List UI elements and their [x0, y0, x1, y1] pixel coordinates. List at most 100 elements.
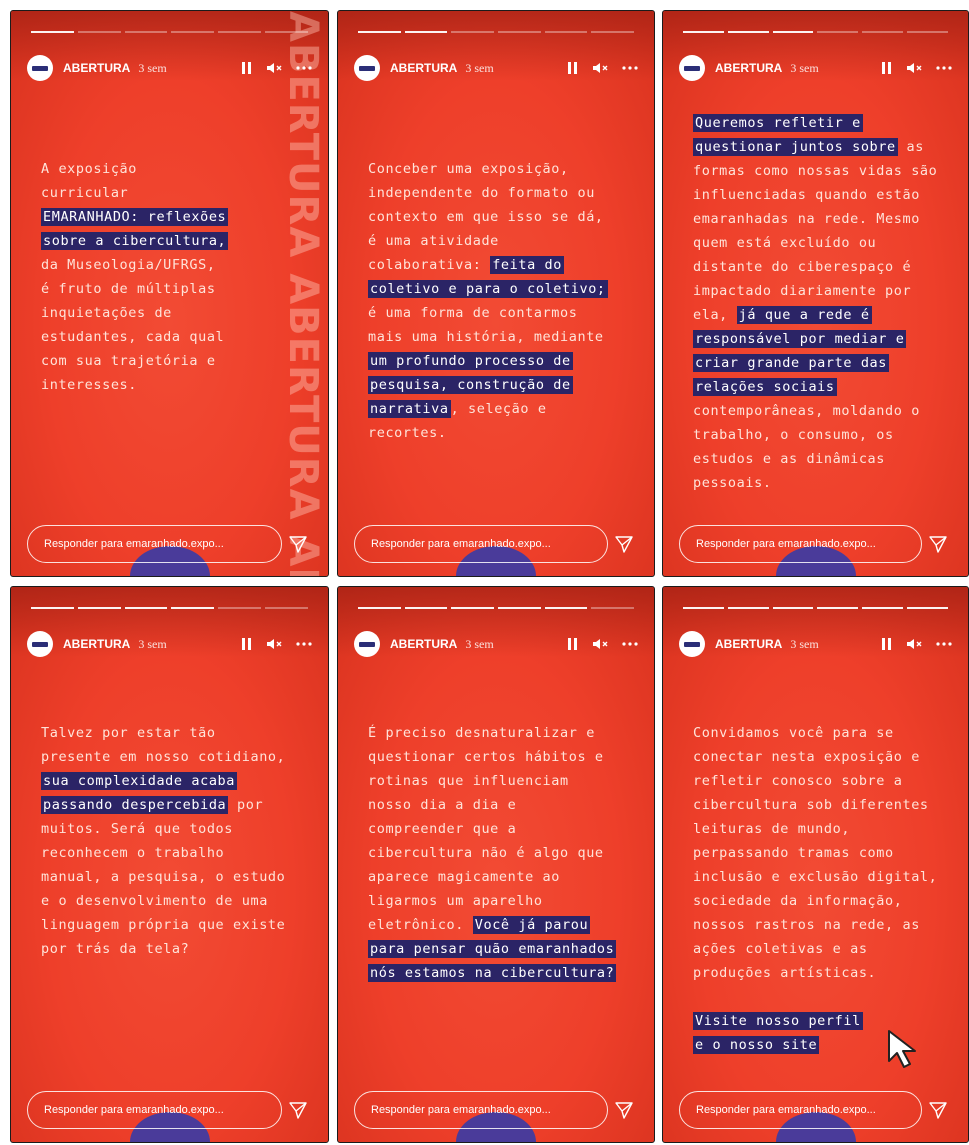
reply-input[interactable]: Responder para emaranhado.expo...	[679, 525, 922, 563]
text-line: distante do ciberespaço é	[693, 255, 950, 279]
highlighted-text: e o nosso site	[693, 1036, 820, 1054]
avatar[interactable]	[27, 55, 53, 81]
progress-segment	[727, 607, 769, 609]
text-line: inquietações de	[41, 301, 310, 325]
story-card-6[interactable]: Convidamos você para se conectar nesta ex…	[662, 586, 969, 1143]
text-line: nós estamos na cibercultura?	[368, 961, 636, 985]
body-text: , seleção e	[450, 401, 547, 417]
highlighted-text: Você já parou	[472, 916, 591, 934]
more-icon[interactable]	[296, 642, 312, 646]
pause-icon[interactable]	[882, 638, 892, 650]
body-text: por trás da tela?	[41, 941, 190, 957]
send-icon[interactable]	[922, 1100, 954, 1120]
more-icon[interactable]	[936, 66, 952, 70]
send-icon[interactable]	[608, 1100, 640, 1120]
send-icon[interactable]	[282, 534, 314, 554]
progress-segment	[171, 607, 215, 609]
more-icon[interactable]	[936, 642, 952, 646]
text-line: trabalho, o consumo, os	[693, 423, 950, 447]
mute-icon[interactable]	[266, 637, 282, 651]
post-time: 3 sem	[465, 60, 494, 75]
text-line: A exposição	[41, 157, 310, 181]
mute-icon[interactable]	[592, 61, 608, 75]
account-name[interactable]: ABERTURA	[715, 637, 782, 651]
story-header: ABERTURA 3 sem	[679, 51, 952, 85]
avatar[interactable]	[27, 631, 53, 657]
account-name[interactable]: ABERTURA	[390, 61, 457, 75]
account-name[interactable]: ABERTURA	[390, 637, 457, 651]
text-line: ela, já que a rede é	[693, 303, 950, 327]
story-card-2[interactable]: Conceber uma exposição, independente do f…	[337, 10, 655, 577]
avatar[interactable]	[354, 631, 380, 657]
account-name[interactable]: ABERTURA	[63, 637, 130, 651]
progress-segment	[544, 31, 588, 33]
mute-icon[interactable]	[906, 61, 922, 75]
progress-segment	[817, 31, 859, 33]
progress-segment	[683, 607, 724, 609]
text-line: Convidamos você para se	[693, 721, 950, 745]
pause-icon[interactable]	[242, 62, 252, 74]
text-line: questionar certos hábitos e	[368, 745, 636, 769]
body-text: ligarmos um aparelho	[368, 893, 543, 909]
pause-icon[interactable]	[568, 638, 578, 650]
highlighted-text: passando despercebida	[41, 796, 229, 814]
text-line: para pensar quão emaranhados	[368, 937, 636, 961]
body-text: formas como nossas vidas são	[693, 163, 938, 179]
story-progress	[683, 31, 948, 33]
body-text: ações coletivas e as	[693, 941, 868, 957]
story-text: A exposição curricular EMARANHADO: reflexõ…	[41, 157, 310, 397]
body-text: muitos. Será que todos	[41, 821, 234, 837]
post-time: 3 sem	[138, 60, 167, 75]
story-text: Conceber uma exposição, independente do f…	[368, 157, 636, 445]
body-text: leituras de mundo,	[693, 821, 851, 837]
avatar[interactable]	[354, 55, 380, 81]
more-icon[interactable]	[622, 66, 638, 70]
body-text: produções artísticas.	[693, 965, 877, 981]
text-line: e o desenvolvimento de uma	[41, 889, 310, 913]
story-card-5[interactable]: É preciso desnaturalizar e questionar cer…	[337, 586, 655, 1143]
body-text: interesses.	[41, 377, 138, 393]
more-icon[interactable]	[296, 66, 312, 70]
text-line: recortes.	[368, 421, 636, 445]
text-line: sobre a cibercultura,	[41, 229, 310, 253]
story-card-1[interactable]: A exposição curricular EMARANHADO: reflexõ…	[10, 10, 329, 577]
reply-input[interactable]: Responder para emaranhado.expo...	[354, 1091, 608, 1129]
account-name[interactable]: ABERTURA	[715, 61, 782, 75]
mute-icon[interactable]	[266, 61, 282, 75]
highlighted-text: narrativa	[368, 400, 451, 418]
progress-segment	[404, 607, 448, 609]
body-text: colaborativa:	[368, 257, 491, 273]
pause-icon[interactable]	[242, 638, 252, 650]
story-card-4[interactable]: Talvez por estar tão presente em nosso co…	[10, 586, 329, 1143]
text-line: perpassando tramas como	[693, 841, 950, 865]
send-icon[interactable]	[922, 534, 954, 554]
body-text: mais uma história, mediante	[368, 329, 604, 345]
account-name[interactable]: ABERTURA	[63, 61, 130, 75]
send-icon[interactable]	[282, 1100, 314, 1120]
text-line: quem está excluído ou	[693, 231, 950, 255]
reply-input[interactable]: Responder para emaranhado.expo...	[27, 1091, 282, 1129]
avatar[interactable]	[679, 55, 705, 81]
story-progress	[31, 31, 308, 33]
body-text: curricular	[41, 185, 129, 201]
send-icon[interactable]	[608, 534, 640, 554]
mute-icon[interactable]	[592, 637, 608, 651]
more-icon[interactable]	[622, 642, 638, 646]
story-header: ABERTURA 3 sem	[679, 627, 952, 661]
reply-input[interactable]: Responder para emaranhado.expo...	[27, 525, 282, 563]
body-text: questionar certos hábitos e	[368, 749, 604, 765]
highlighted-text: já que a rede é	[736, 306, 872, 324]
progress-segment	[265, 607, 308, 609]
story-card-3[interactable]: Queremos refletir e questionar juntos sob…	[662, 10, 969, 577]
pause-icon[interactable]	[568, 62, 578, 74]
text-line: reconhecem o trabalho	[41, 841, 310, 865]
progress-segment	[31, 31, 74, 33]
reply-input[interactable]: Responder para emaranhado.expo...	[679, 1091, 922, 1129]
avatar[interactable]	[679, 631, 705, 657]
progress-segment	[31, 607, 74, 609]
reply-input[interactable]: Responder para emaranhado.expo...	[354, 525, 608, 563]
pause-icon[interactable]	[882, 62, 892, 74]
mute-icon[interactable]	[906, 637, 922, 651]
text-line: conectar nesta exposição e	[693, 745, 950, 769]
cursor-icon	[885, 1027, 929, 1075]
